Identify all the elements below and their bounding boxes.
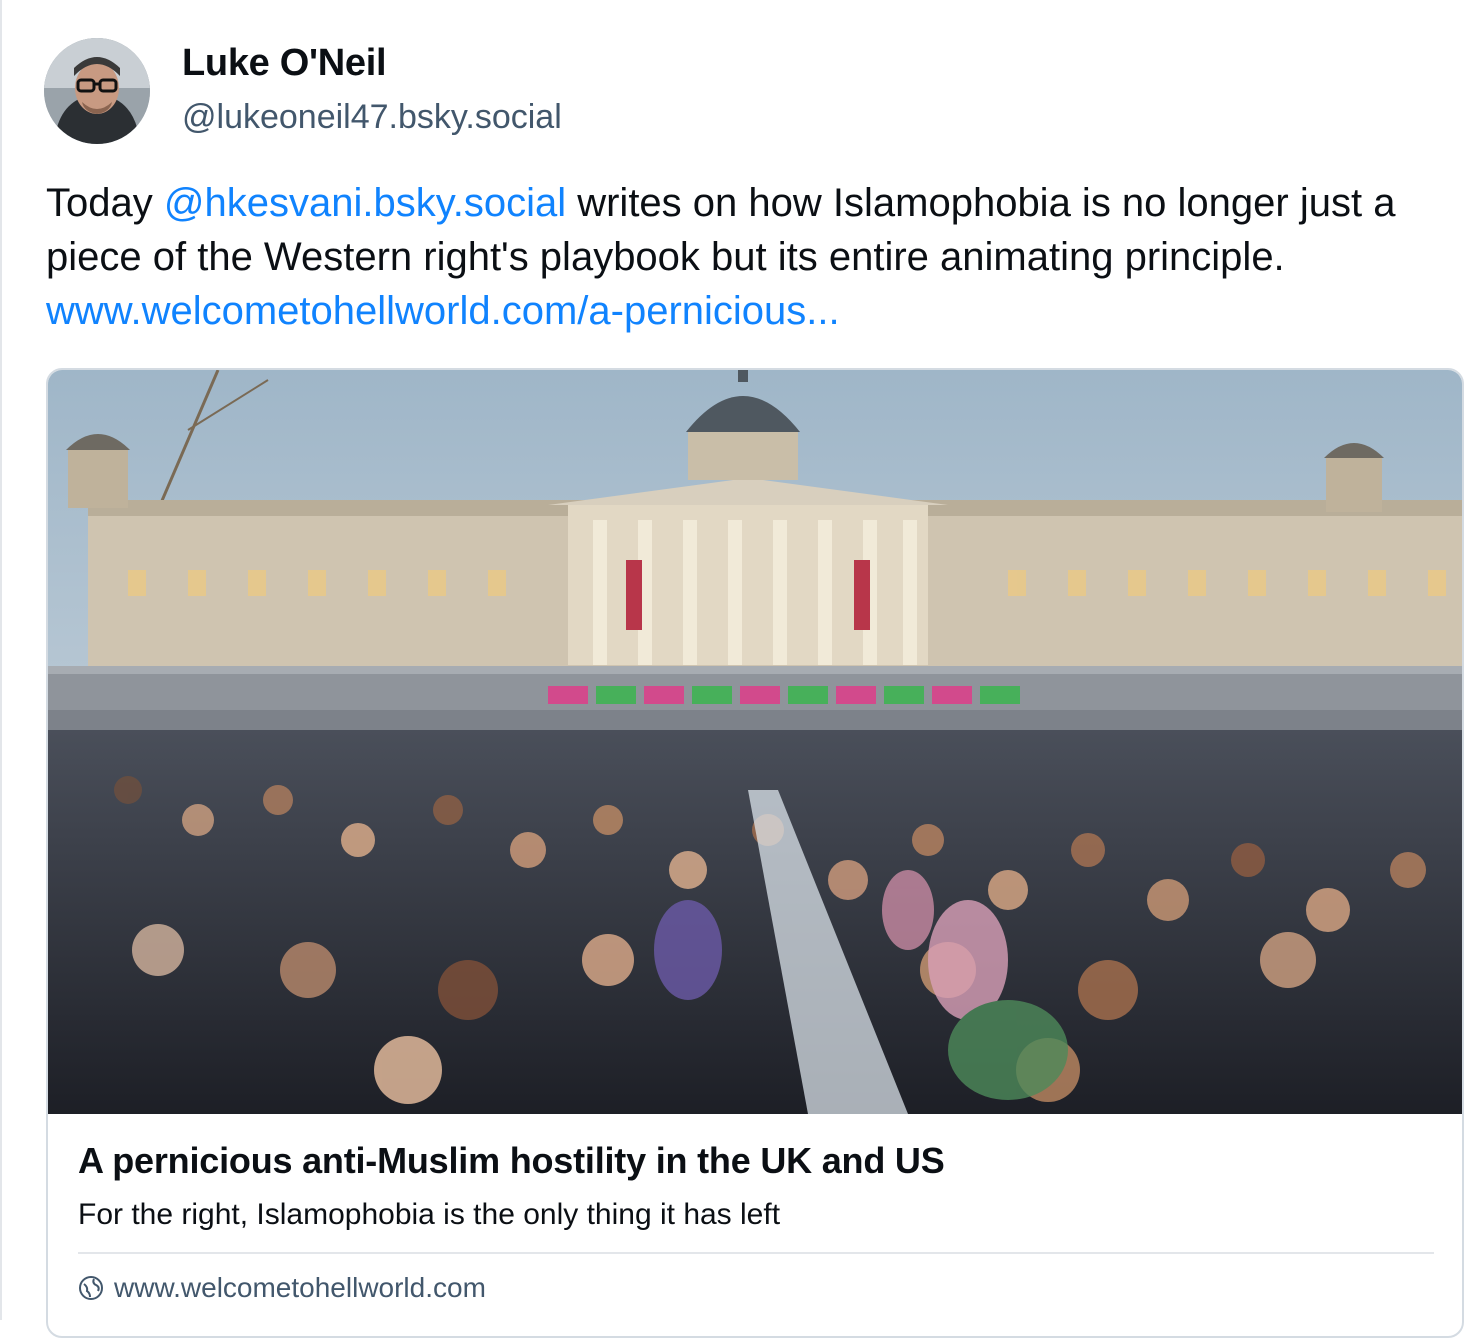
card-title[interactable]: A pernicious anti-Muslim hostility in th… xyxy=(78,1140,945,1182)
post-container: Luke O'Neil @lukeoneil47.bsky.social Tod… xyxy=(0,0,1482,1338)
link-preview-card[interactable]: A pernicious anti-Muslim hostility in th… xyxy=(46,368,1464,1338)
post-text-before: Today xyxy=(46,181,164,225)
card-domain-text: www.welcometohellworld.com xyxy=(114,1272,486,1303)
card-divider xyxy=(78,1252,1434,1254)
trafalgar-square-iftar-photo-icon xyxy=(48,370,1462,1114)
globe-icon xyxy=(79,1276,103,1300)
post-text: Today @hkesvani.bsky.social writes on ho… xyxy=(46,176,1446,338)
mention-link[interactable]: @hkesvani.bsky.social xyxy=(164,181,566,225)
avatar[interactable] xyxy=(44,38,150,144)
author-handle[interactable]: @lukeoneil47.bsky.social xyxy=(182,98,562,137)
avatar-photo-icon xyxy=(44,38,150,144)
card-description: For the right, Islamophobia is the only … xyxy=(78,1198,781,1231)
card-domain: www.welcometohellworld.com xyxy=(78,1272,486,1304)
author-display-name[interactable]: Luke O'Neil xyxy=(182,42,387,85)
article-link[interactable]: www.welcometohellworld.com/a-pernicious.… xyxy=(46,289,840,333)
